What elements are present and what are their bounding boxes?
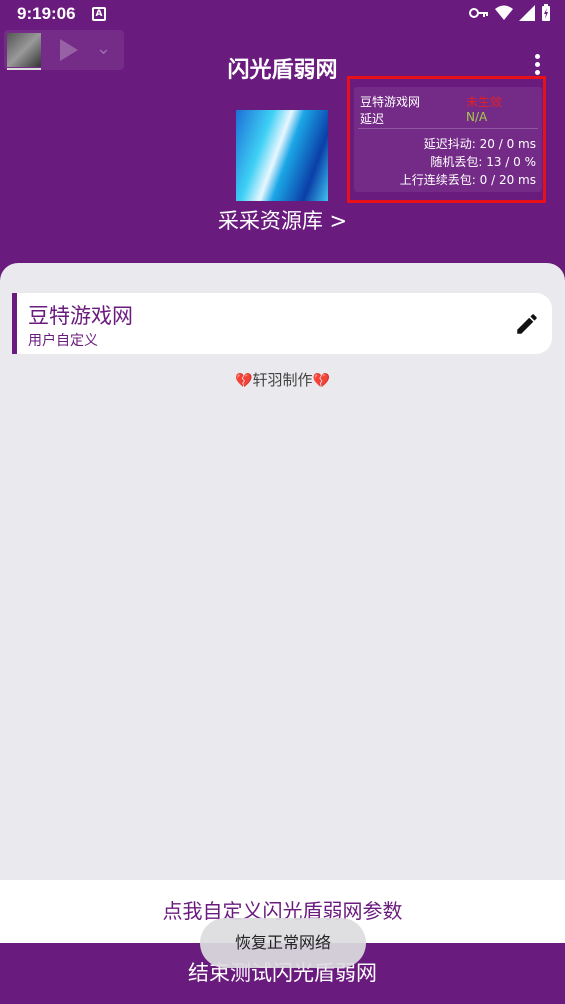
accessibility-notification-icon: A [92,7,106,21]
broken-heart-icon: 💔 [312,373,330,389]
resource-library-link[interactable]: 采采资源库 > [0,205,565,235]
highlight-box [347,76,546,203]
profile-card[interactable]: 豆特游戏网 用户自定义 [12,293,552,354]
key-icon [469,8,488,18]
toast-message: 恢复正常网络 [200,918,366,968]
status-icons [469,4,551,22]
battery-charging-icon [542,4,550,21]
signal-icon [519,5,535,21]
status-time: 9:19:06 [17,4,76,23]
status-bar: 9:19:06 A [0,0,565,30]
credit-line: 💔轩羽制作💔 [0,369,565,390]
edit-icon[interactable] [514,311,540,337]
wifi-icon [495,5,513,20]
credit-text: 轩羽制作 [252,371,313,389]
profile-name: 豆特游戏网 [28,304,133,328]
more-options-icon[interactable] [530,54,544,78]
broken-heart-icon: 💔 [235,373,253,389]
resource-cover-image[interactable] [236,110,328,201]
profile-subtitle: 用户自定义 [28,333,98,349]
